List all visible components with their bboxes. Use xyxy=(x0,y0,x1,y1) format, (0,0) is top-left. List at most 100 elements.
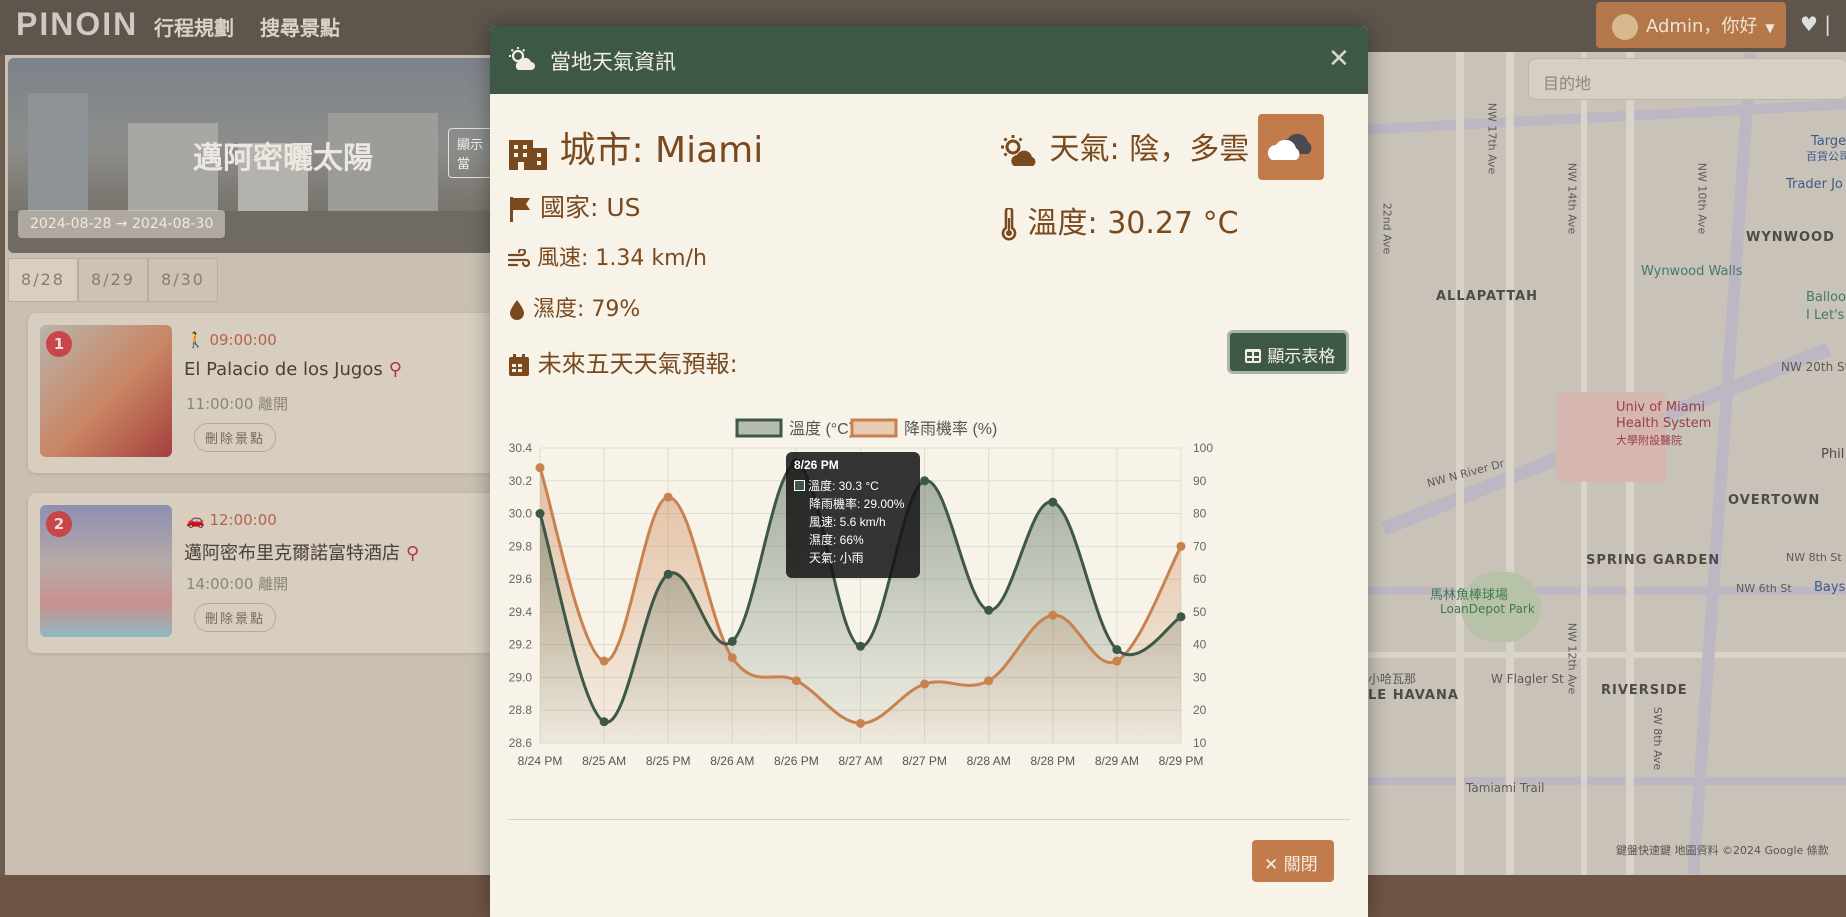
y-right-tick-label: 20 xyxy=(1193,703,1207,717)
x-tick-label: 8/24 PM xyxy=(518,754,563,768)
temp-point xyxy=(856,641,865,651)
map-label: Balloon M xyxy=(1806,290,1846,305)
map-label: RIVERSIDE xyxy=(1601,683,1688,698)
map-label: Phil xyxy=(1821,447,1845,462)
caret-down-icon: ▼ xyxy=(1765,21,1775,35)
x-tick-label: 8/26 PM xyxy=(774,754,819,768)
cloudy-icon xyxy=(1267,133,1312,160)
map-label: Baysi xyxy=(1814,580,1846,595)
weather-value: 陰，多雲 xyxy=(1129,132,1250,167)
wind-label: 風速: xyxy=(537,246,589,271)
y-right-tick-label: 60 xyxy=(1193,572,1207,586)
temp-point xyxy=(535,509,545,519)
temp-point xyxy=(920,476,930,486)
date-range: 2024-08-28 → 2024-08-30 xyxy=(18,210,226,238)
y-right-tick-label: 80 xyxy=(1193,507,1207,521)
humidity-label: 濕度: xyxy=(533,297,585,322)
map-label: 22nd Ave xyxy=(1380,202,1394,255)
show-table-label: 顯示表格 xyxy=(1267,347,1336,367)
stop-leave-time: 11:00:00 離開 xyxy=(186,395,289,413)
map-label: NW 20th St xyxy=(1781,360,1846,374)
map-label: NW 14th Ave xyxy=(1565,162,1579,235)
humidity-info: 濕度: 79% xyxy=(508,291,640,323)
temperature-value: 30.27 °C xyxy=(1107,206,1239,241)
walk-icon: 🚶 xyxy=(186,331,210,349)
y-right-tick-label: 30 xyxy=(1193,670,1207,684)
map-label: LE HAVANA xyxy=(1368,688,1459,703)
thermometer-icon xyxy=(1001,207,1017,240)
tooltip-humidity: 濕度: 66% xyxy=(809,533,864,547)
weather-image xyxy=(1258,114,1324,180)
stop-name[interactable]: El Palacio de los Jugos xyxy=(184,359,383,380)
country-info: 國家: US xyxy=(508,188,641,224)
map-label: ALLAPATTAH xyxy=(1436,289,1539,304)
map[interactable]: 目的地 WYNWOOD ALLAPATTAH Wynwood Walls Bal… xyxy=(1366,52,1846,875)
stop-card[interactable]: 2 🚗 12:00:00 邁阿密布里克爾諾富特酒店 ⚲ 14:00:00 離開 刪… xyxy=(28,493,498,653)
map-label: W Flagler St xyxy=(1491,672,1564,686)
map-label: NW 17th Ave xyxy=(1485,102,1499,175)
map-label: I Let's Fly xyxy=(1806,308,1846,323)
destination-input[interactable]: 目的地 xyxy=(1528,58,1846,100)
x-tick-label: 8/28 AM xyxy=(967,754,1011,768)
table-icon xyxy=(1245,349,1261,363)
brand-logo[interactable]: PINOIN xyxy=(16,6,138,43)
close-icon[interactable]: ✕ xyxy=(1328,44,1350,74)
show-table-button[interactable]: 顯示表格 xyxy=(1227,330,1349,374)
nav-link-planning[interactable]: 行程規劃 xyxy=(154,12,234,41)
country-label: 國家: xyxy=(539,193,599,222)
flag-icon xyxy=(510,197,530,222)
nav-link-search[interactable]: 搜尋景點 xyxy=(260,12,340,41)
city-value: Miami xyxy=(655,130,764,171)
rain-point xyxy=(920,679,930,689)
y-right-tick-label: 100 xyxy=(1193,441,1213,455)
humidity-value: 79% xyxy=(591,297,641,322)
map-label: Targe xyxy=(1811,134,1846,149)
stop-number: 2 xyxy=(46,511,72,537)
close-button[interactable]: ✕ 關閉 xyxy=(1252,840,1334,882)
tab-day-3[interactable]: 8/30 xyxy=(148,258,218,302)
forecast-chart[interactable]: 30.4 30.2 30.0 29.8 29.6 29.4 29.2 29.0 28.8 28.6… xyxy=(490,386,1368,836)
map-pin-icon[interactable]: ⚲ xyxy=(389,359,402,380)
y-left-tick-label: 30.2 xyxy=(509,474,533,488)
delete-stop-button[interactable]: 刪除景點 xyxy=(194,423,277,452)
map-label: NW 12th Ave xyxy=(1565,622,1579,695)
stop-card[interactable]: 1 🚶 09:00:00 El Palacio de los Jugos ⚲ 11… xyxy=(28,313,498,473)
x-icon: ✕ xyxy=(1264,855,1284,875)
tooltip-rain: 降雨機率: 29.00% xyxy=(809,497,905,511)
user-menu-button[interactable]: Admin，你好 ▼ xyxy=(1596,2,1786,48)
rain-point xyxy=(1048,610,1058,620)
map-label: SW 8th Ave xyxy=(1651,706,1665,771)
tooltip-title: 8/26 PM xyxy=(794,458,839,472)
stop-name[interactable]: 邁阿密布里克爾諾富特酒店 xyxy=(184,543,400,564)
x-tick-label: 8/26 AM xyxy=(710,754,754,768)
x-tick-label: 8/27 PM xyxy=(902,754,947,768)
trip-hero: 邁阿密曬太陽 顯示當 2024-08-28 → 2024-08-30 xyxy=(8,58,494,253)
tab-day-1[interactable]: 8/28 xyxy=(8,258,78,302)
tooltip-wind: 風速: 5.6 km/h xyxy=(809,515,886,529)
rain-point xyxy=(663,492,673,502)
wind-info: 風速: 1.34 km/h xyxy=(508,240,707,272)
heart-icon[interactable]: ♥ | xyxy=(1800,12,1831,36)
map-pin-icon[interactable]: ⚲ xyxy=(406,543,419,564)
map-label: Univ of Miami xyxy=(1616,400,1705,415)
user-label: Admin，你好 xyxy=(1646,16,1758,37)
tooltip-temp: 溫度: 30.3 °C xyxy=(808,479,879,493)
temp-point xyxy=(1176,612,1186,622)
map-label: WYNWOOD xyxy=(1746,230,1835,245)
rain-point xyxy=(1176,541,1186,551)
legend-label: 降雨機率 (%) xyxy=(904,420,997,438)
car-icon: 🚗 xyxy=(186,511,210,529)
map-label: SPRING GARDEN xyxy=(1586,553,1721,568)
weather-info: 天氣: 陰，多雲 xyxy=(1000,124,1249,168)
show-button[interactable]: 顯示當 xyxy=(448,128,494,178)
tooltip-weather: 天氣: 小雨 xyxy=(809,551,864,565)
stop-time: 09:00:00 xyxy=(209,331,277,349)
chart-tooltip: 8/26 PM 溫度: 30.3 °C 降雨機率: 29.00% 風速: 5.6… xyxy=(786,452,920,578)
delete-stop-button[interactable]: 刪除景點 xyxy=(194,603,277,632)
rain-point xyxy=(1112,656,1122,666)
y-left-tick-label: 29.8 xyxy=(509,539,533,553)
y-left-tick-label: 30.0 xyxy=(509,507,533,521)
tab-day-2[interactable]: 8/29 xyxy=(78,258,148,302)
x-tick-label: 8/27 AM xyxy=(838,754,882,768)
divider xyxy=(508,819,1350,820)
